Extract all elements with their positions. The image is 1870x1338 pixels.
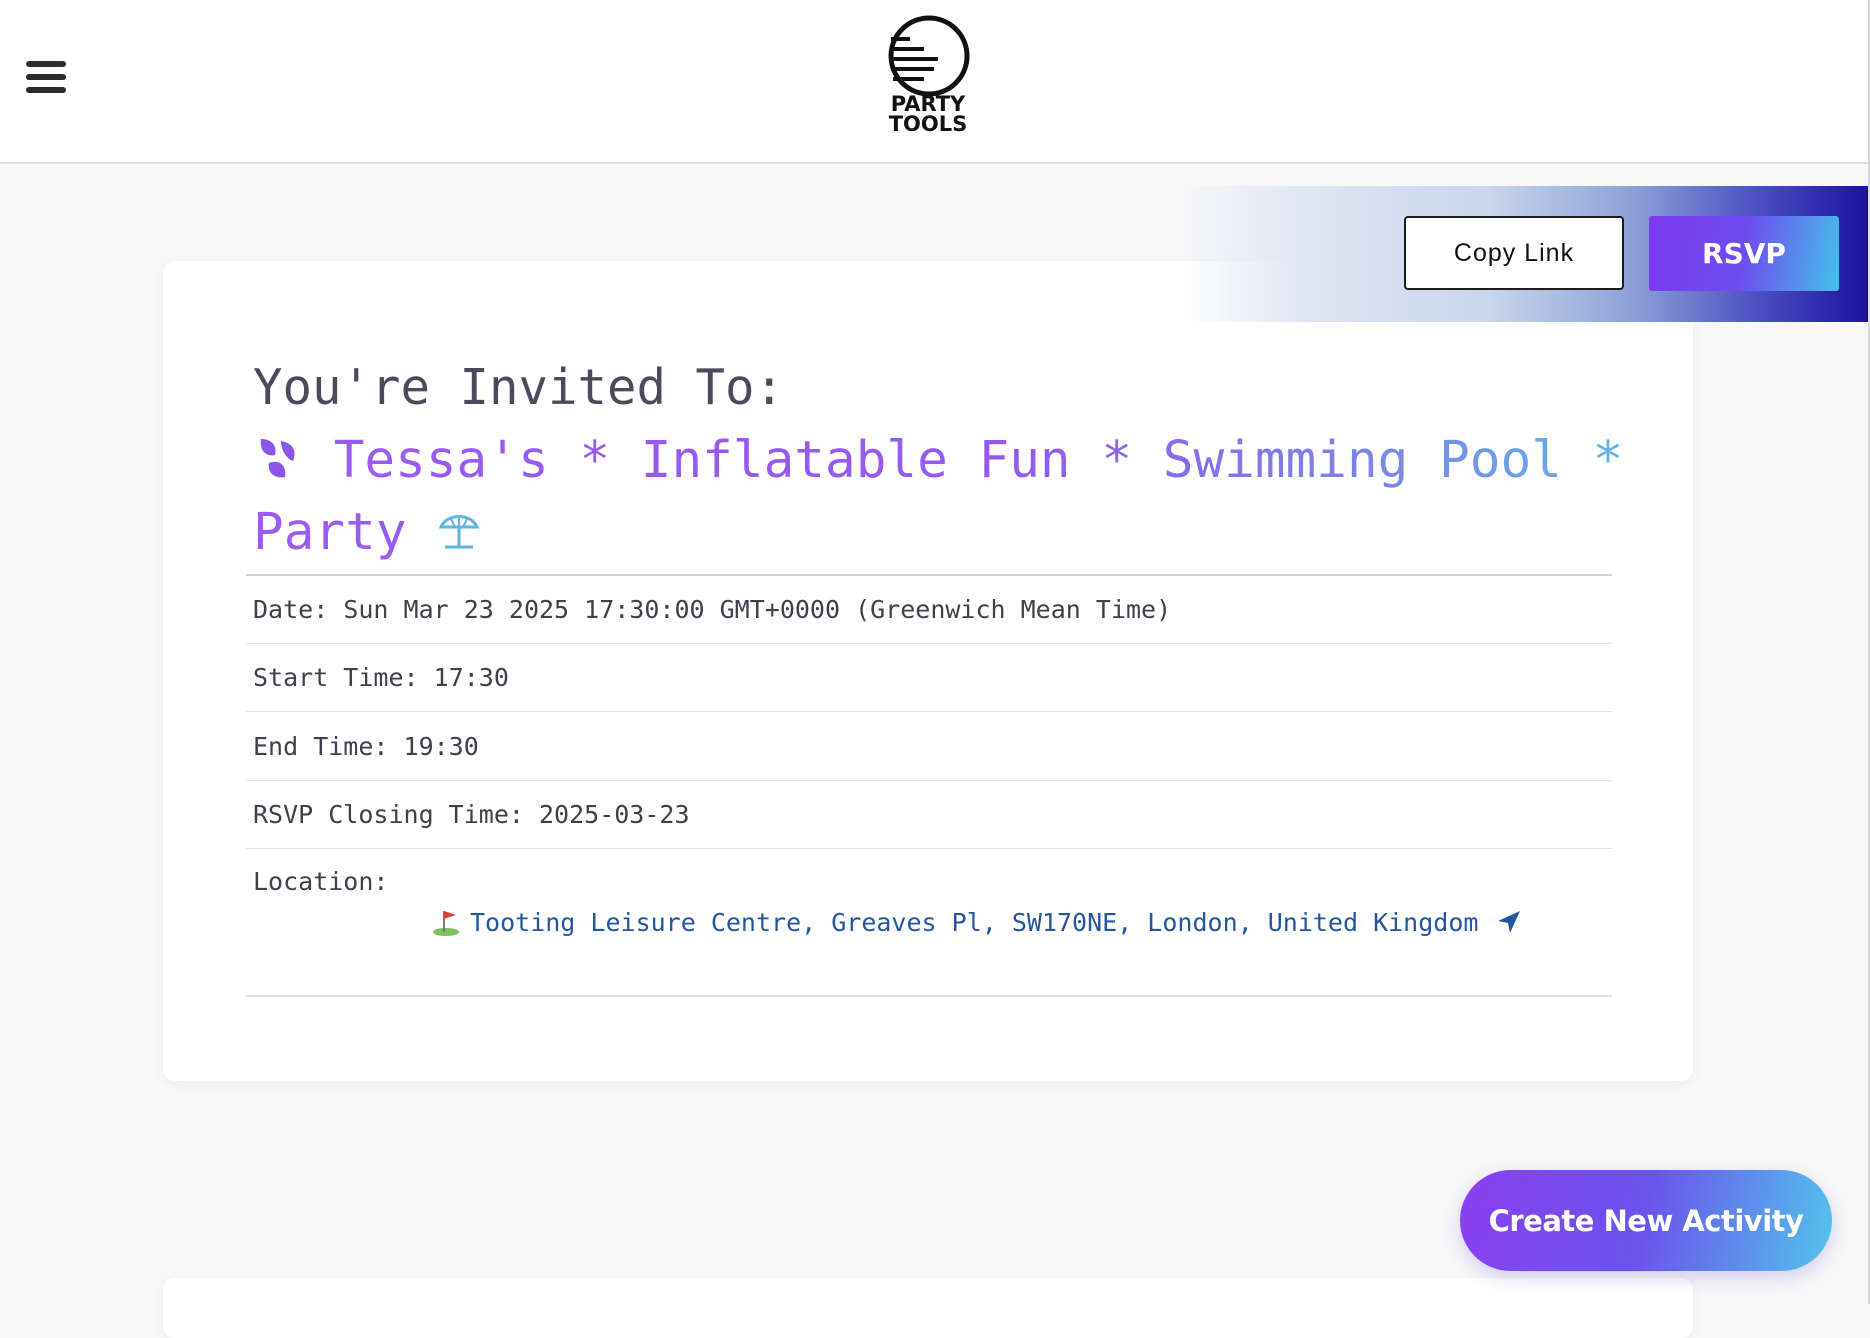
logo-text-tools: TOOLS: [888, 112, 968, 136]
end-time-row: End Time: 19:30: [246, 713, 1612, 781]
rsvp-button[interactable]: RSVP: [1649, 216, 1839, 291]
location-link[interactable]: Tooting Leisure Centre, Greaves Pl, SW17…: [432, 907, 1522, 937]
copy-link-button[interactable]: Copy Link: [1404, 216, 1624, 290]
party-tools-logo[interactable]: PARTY TOOLS: [880, 14, 976, 138]
date-value: Sun Mar 23 2025 17:30:00 GMT+0000 (Green…: [343, 595, 1172, 624]
navigation-arrow-icon[interactable]: [1496, 909, 1522, 935]
rsvp-closing-label: RSVP Closing Time:: [253, 800, 524, 829]
start-time-row: Start Time: 17:30: [246, 644, 1612, 712]
logo-circle-icon: [888, 15, 970, 97]
location-text: Tooting Leisure Centre, Greaves Pl, SW17…: [470, 907, 1479, 937]
rsvp-closing-value: 2025-03-23: [539, 800, 690, 829]
start-time-value: 17:30: [433, 663, 509, 692]
date-label: Date:: [253, 595, 329, 624]
next-card: [163, 1278, 1693, 1338]
beach-umbrella-icon: [438, 515, 480, 549]
location-row: Location: Tooting Leisure Centre, Greave…: [246, 849, 1612, 997]
start-time-label: Start Time:: [253, 663, 419, 692]
hamburger-menu-icon[interactable]: [26, 61, 66, 93]
rsvp-closing-row: RSVP Closing Time: 2025-03-23: [246, 781, 1612, 849]
create-new-activity-button[interactable]: Create New Activity: [1460, 1170, 1832, 1271]
event-title: Tessa's * Inflatable Fun * Swimming Pool…: [253, 425, 1653, 569]
date-row: Date: Sun Mar 23 2025 17:30:00 GMT+0000 …: [246, 576, 1612, 644]
top-bar: PARTY TOOLS: [0, 0, 1868, 164]
location-label: Location:: [253, 867, 389, 896]
golf-flag-icon: [433, 911, 459, 936]
invite-heading: You're Invited To:: [253, 359, 785, 416]
end-time-label: End Time:: [253, 732, 389, 761]
end-time-value: 19:30: [403, 732, 479, 761]
droplets-icon: [260, 439, 295, 478]
